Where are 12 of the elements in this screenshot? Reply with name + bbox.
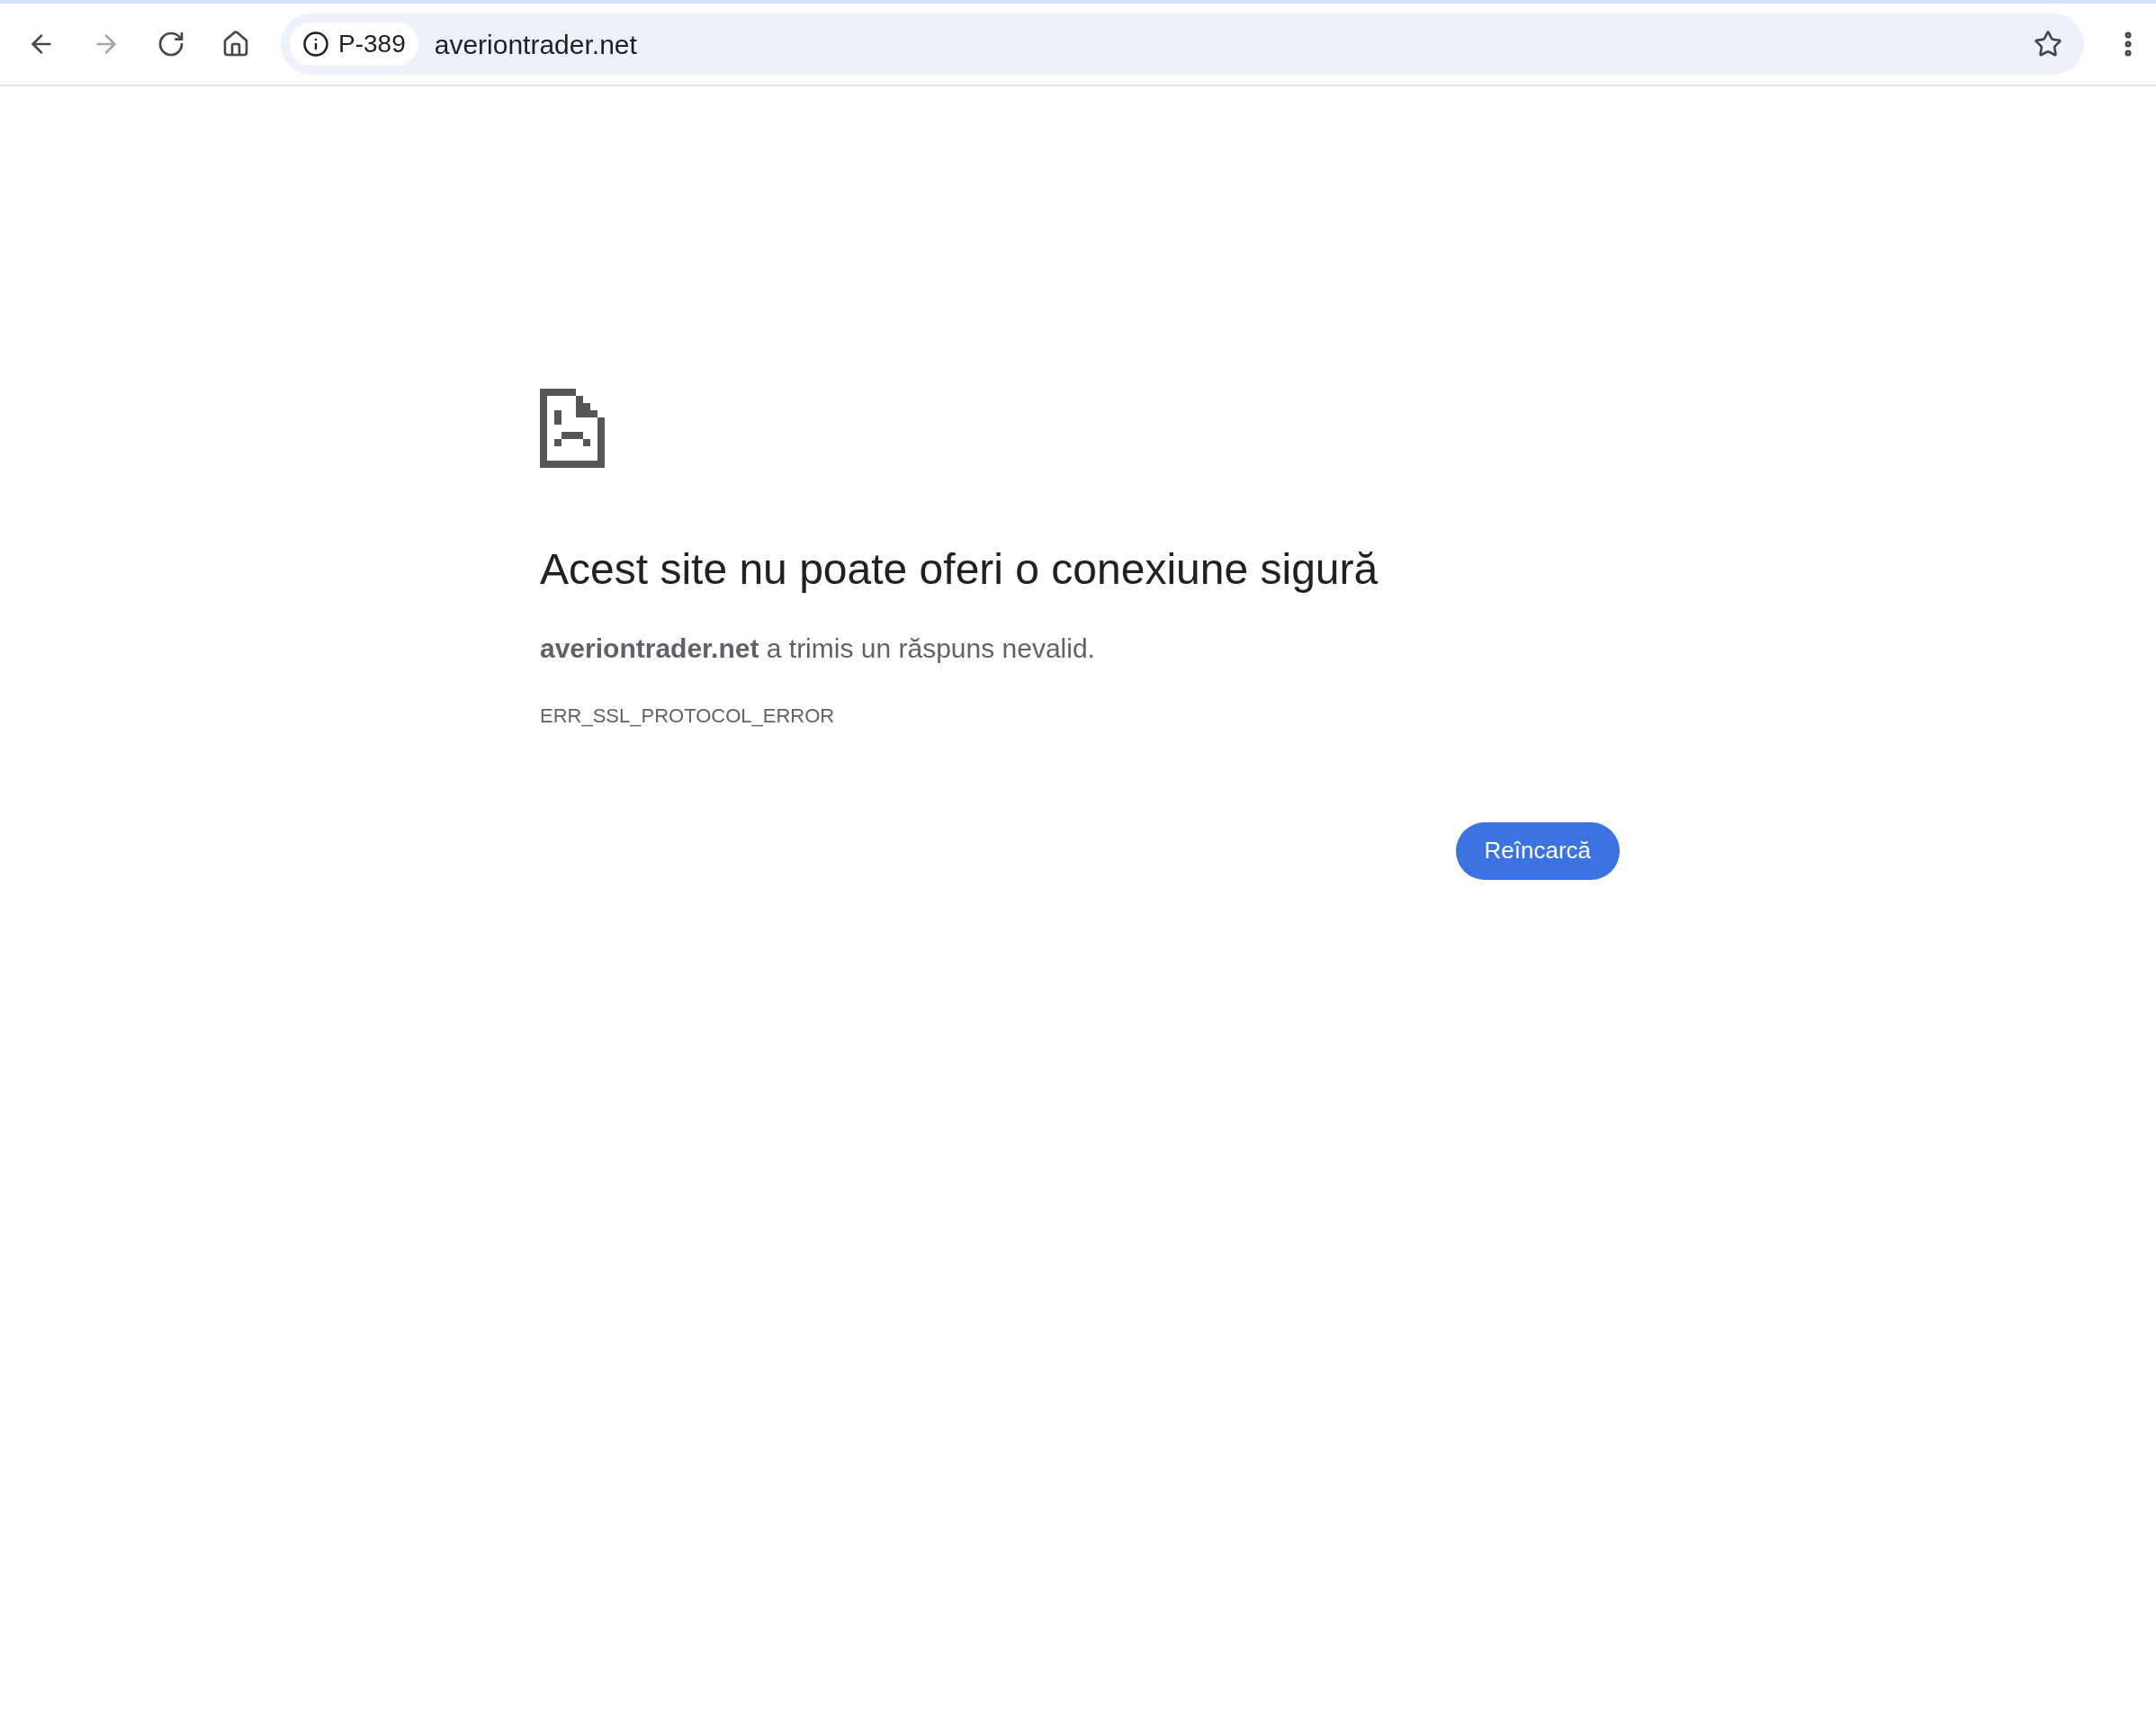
reload-icon [157,30,185,58]
bookmark-star-icon[interactable] [2034,30,2062,58]
error-code: ERR_SSL_PROTOCOL_ERROR [540,703,836,729]
home-icon [221,30,250,58]
info-icon [302,31,329,58]
address-bar[interactable]: P-389 averiontrader.net [281,13,2084,75]
url-text: averiontrader.net [434,28,637,61]
error-message: averiontrader.net a trimis un răspuns nevalid. [540,632,1096,665]
error-title: Acest site nu poate oferi o conexiune sigură [540,544,1379,595]
sad-page-icon [540,389,605,468]
reload-page-button[interactable]: Reîncarcă [1455,821,1620,880]
site-info-chip[interactable]: P-389 [290,22,418,66]
